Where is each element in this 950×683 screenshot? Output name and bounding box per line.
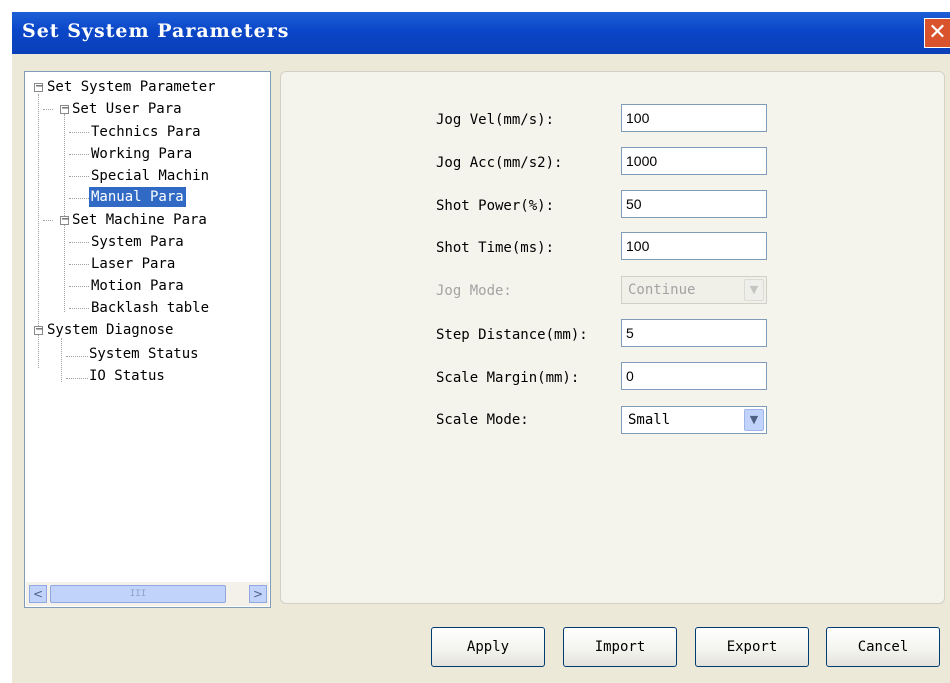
- tree-node-technics-para[interactable]: Technics Para: [91, 122, 201, 142]
- shot-time-label: Shot Time(ms):: [436, 240, 555, 256]
- tree-node-working-para[interactable]: Working Para: [91, 144, 192, 164]
- tree-node-system-diagnose[interactable]: System Diagnose: [47, 320, 173, 340]
- tree-node-set-user-para[interactable]: Set User Para: [72, 99, 182, 119]
- jog-vel-input[interactable]: 100: [621, 104, 767, 132]
- parameter-tree: − Set System Parameter − Set User Para T…: [25, 72, 270, 580]
- jog-mode-select: Continue ▼: [621, 276, 767, 304]
- step-distance-label: Step Distance(mm):: [436, 327, 588, 343]
- scale-mode-select[interactable]: Small ▼: [621, 406, 767, 434]
- import-button[interactable]: Import: [563, 627, 677, 667]
- parameter-tree-panel: − Set System Parameter − Set User Para T…: [24, 71, 271, 608]
- chevron-down-icon[interactable]: ▼: [744, 409, 764, 431]
- cancel-button[interactable]: Cancel: [826, 627, 940, 667]
- jog-mode-value: Continue: [628, 282, 696, 298]
- tree-node-special-machin[interactable]: Special Machin: [91, 166, 209, 186]
- jog-mode-label: Jog Mode:: [436, 283, 512, 299]
- tree-node-laser-para[interactable]: Laser Para: [91, 254, 175, 274]
- collapse-icon[interactable]: −: [34, 82, 43, 92]
- shot-power-label: Shot Power(%):: [436, 198, 555, 214]
- scale-margin-input[interactable]: 0: [621, 362, 767, 390]
- jog-vel-label: Jog Vel(mm/s):: [436, 112, 555, 128]
- chevron-down-icon: ▼: [744, 279, 764, 301]
- title-bar[interactable]: Set System Parameters ✕: [12, 12, 950, 54]
- tree-node-system-para[interactable]: System Para: [91, 232, 184, 252]
- tree-node-system-status[interactable]: System Status: [89, 344, 199, 364]
- jog-acc-label: Jog Acc(mm/s2):: [436, 155, 563, 171]
- scale-mode-label: Scale Mode:: [436, 412, 529, 428]
- set-system-parameters-dialog: Set System Parameters ✕ − Set System Par…: [0, 0, 950, 683]
- shot-time-input[interactable]: 100: [621, 232, 767, 260]
- scroll-right-icon[interactable]: >: [249, 585, 267, 603]
- collapse-icon[interactable]: −: [34, 325, 43, 335]
- collapse-icon[interactable]: −: [60, 215, 69, 225]
- tree-node-motion-para[interactable]: Motion Para: [91, 276, 184, 296]
- close-icon[interactable]: ✕: [924, 18, 950, 48]
- collapse-icon[interactable]: −: [60, 104, 69, 114]
- shot-power-input[interactable]: 50: [621, 190, 767, 218]
- scroll-left-icon[interactable]: <: [29, 585, 47, 603]
- tree-node-manual-para[interactable]: Manual Para: [89, 187, 186, 207]
- scrollbar-thumb[interactable]: III: [50, 585, 226, 603]
- window-title: Set System Parameters: [22, 20, 290, 42]
- scale-mode-value: Small: [628, 412, 671, 428]
- tree-node-set-system-parameter[interactable]: Set System Parameter: [47, 77, 216, 97]
- scale-margin-label: Scale Margin(mm):: [436, 370, 580, 386]
- export-button[interactable]: Export: [695, 627, 809, 667]
- tree-horizontal-scrollbar[interactable]: < III >: [26, 582, 269, 606]
- manual-para-panel: [280, 71, 945, 604]
- tree-node-set-machine-para[interactable]: Set Machine Para: [72, 210, 207, 230]
- step-distance-input[interactable]: 5: [621, 319, 767, 347]
- apply-button[interactable]: Apply: [431, 627, 545, 667]
- tree-node-backlash-table[interactable]: Backlash table: [91, 298, 209, 318]
- tree-node-io-status[interactable]: IO Status: [89, 366, 165, 386]
- jog-acc-input[interactable]: 1000: [621, 147, 767, 175]
